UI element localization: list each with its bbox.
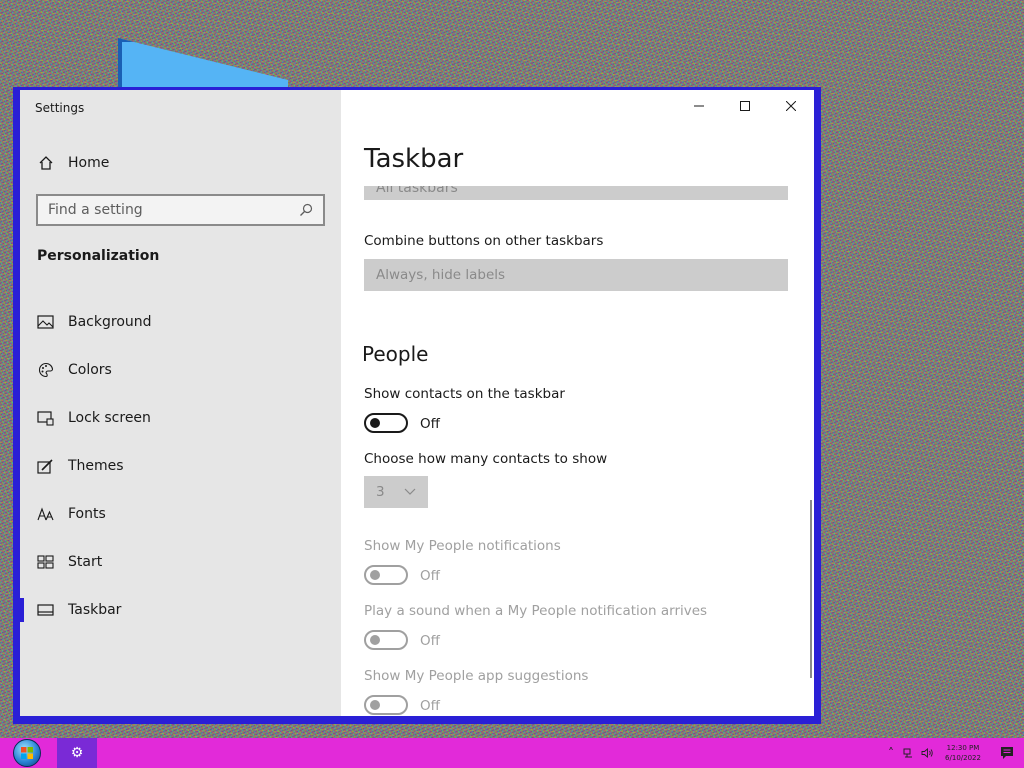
section-title: Personalization xyxy=(37,248,160,264)
sidebar-item-label: Start xyxy=(68,554,103,570)
start-tiles-icon xyxy=(37,554,54,571)
show-contacts-state: Off xyxy=(420,416,440,432)
settings-content: All taskbars Combine buttons on other ta… xyxy=(364,186,788,716)
dropdown-value: Always, hide labels xyxy=(376,267,506,283)
sidebar-item-taskbar[interactable]: Taskbar xyxy=(20,586,341,634)
combine-buttons-label: Combine buttons on other taskbars xyxy=(364,233,604,249)
notification-icon xyxy=(1001,747,1013,759)
show-contacts-label: Show contacts on the taskbar xyxy=(364,386,565,402)
main-pane: Taskbar All taskbars Combine buttons on … xyxy=(341,90,814,716)
minimize-button[interactable] xyxy=(676,90,722,122)
chevron-down-icon xyxy=(404,488,416,495)
sidebar: Settings Home Find a setting Personaliza… xyxy=(20,90,341,716)
search-placeholder: Find a setting xyxy=(48,202,143,218)
toggle-knob xyxy=(370,700,380,710)
notifications-toggle[interactable] xyxy=(364,565,408,585)
windows-logo-icon xyxy=(13,739,41,767)
contacts-count-select[interactable]: 3 xyxy=(364,476,428,508)
combine-buttons-dropdown[interactable]: Always, hide labels xyxy=(364,259,788,291)
picture-icon xyxy=(37,314,54,331)
toggle-knob xyxy=(370,418,380,428)
sidebar-nav: Background Colors Lock screen Themes Fon… xyxy=(20,298,341,634)
network-icon[interactable] xyxy=(900,738,918,768)
volume-icon[interactable] xyxy=(918,738,936,768)
suggestions-state: Off xyxy=(420,698,440,714)
minimize-icon xyxy=(694,105,704,107)
close-button[interactable] xyxy=(768,90,814,122)
contacts-count-label: Choose how many contacts to show xyxy=(364,451,608,467)
gear-icon: ⚙ xyxy=(70,745,84,761)
system-tray: ˄ 12:30 PM 6/10/2022 xyxy=(882,738,1024,768)
toggle-knob xyxy=(370,635,380,645)
sidebar-item-start[interactable]: Start xyxy=(20,538,341,586)
sidebar-item-lock-screen[interactable]: Lock screen xyxy=(20,394,341,442)
themes-brush-icon xyxy=(37,458,54,475)
sidebar-item-colors[interactable]: Colors xyxy=(20,346,341,394)
sidebar-item-background[interactable]: Background xyxy=(20,298,341,346)
suggestions-toggle[interactable] xyxy=(364,695,408,715)
palette-icon xyxy=(37,362,54,379)
lock-screen-icon xyxy=(37,410,54,427)
start-button[interactable] xyxy=(9,738,45,768)
people-heading: People xyxy=(364,342,429,366)
taskbar-location-dropdown[interactable]: All taskbars xyxy=(364,186,788,200)
home-label: Home xyxy=(68,155,110,171)
sidebar-item-themes[interactable]: Themes xyxy=(20,442,341,490)
sidebar-item-label: Taskbar xyxy=(68,602,122,618)
page-title: Taskbar xyxy=(364,144,464,174)
taskbar-settings-app[interactable]: ⚙ xyxy=(57,738,97,768)
os-taskbar: ⚙ ˄ 12:30 PM 6/10/2022 xyxy=(0,738,1024,768)
notification-center-button[interactable] xyxy=(990,738,1024,768)
suggestions-label: Show My People app suggestions xyxy=(364,668,589,684)
notifications-state: Off xyxy=(420,568,440,584)
clock-date: 6/10/2022 xyxy=(945,754,981,762)
sidebar-item-label: Background xyxy=(68,314,152,330)
sound-toggle[interactable] xyxy=(364,630,408,650)
sound-label: Play a sound when a My People notificati… xyxy=(364,603,708,619)
settings-window: Settings Home Find a setting Personaliza… xyxy=(13,87,821,724)
maximize-icon xyxy=(740,101,750,111)
vertical-scrollbar[interactable] xyxy=(810,500,812,678)
sidebar-item-label: Lock screen xyxy=(68,410,151,426)
show-contacts-toggle[interactable] xyxy=(364,413,408,433)
clock[interactable]: 12:30 PM 6/10/2022 xyxy=(942,743,984,763)
search-input[interactable]: Find a setting xyxy=(36,194,325,226)
chevron-up-icon[interactable]: ˄ xyxy=(882,738,900,768)
notifications-label: Show My People notifications xyxy=(364,538,561,554)
sidebar-item-label: Fonts xyxy=(68,506,106,522)
select-value: 3 xyxy=(376,484,385,500)
close-icon xyxy=(786,101,796,111)
dropdown-value: All taskbars xyxy=(376,186,458,196)
sidebar-item-label: Colors xyxy=(68,362,112,378)
window-title: Settings xyxy=(35,101,85,115)
sidebar-item-fonts[interactable]: Fonts xyxy=(20,490,341,538)
window-caption-buttons xyxy=(676,90,814,122)
maximize-button[interactable] xyxy=(722,90,768,122)
home-nav-item[interactable]: Home xyxy=(20,148,341,178)
fonts-icon xyxy=(37,506,54,523)
search-icon xyxy=(300,203,313,216)
home-icon xyxy=(39,156,53,170)
sound-state: Off xyxy=(420,633,440,649)
toggle-knob xyxy=(370,570,380,580)
clock-time: 12:30 PM xyxy=(946,744,980,752)
taskbar-icon xyxy=(37,602,54,619)
sidebar-item-label: Themes xyxy=(68,458,124,474)
